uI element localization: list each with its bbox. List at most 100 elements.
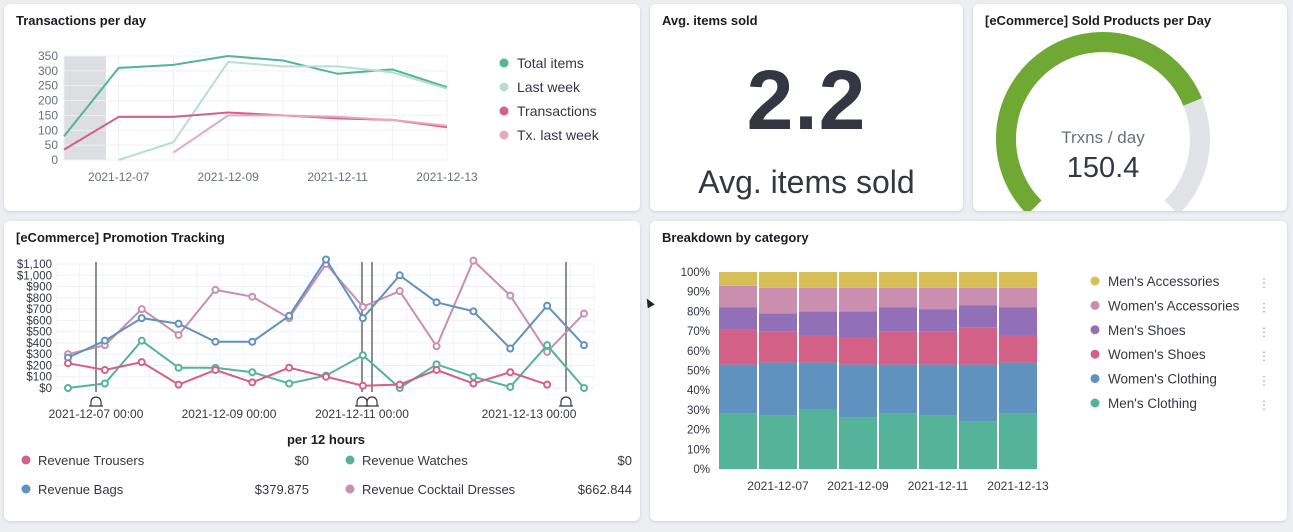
data-point[interactable] [506,344,515,353]
legend-item-menu-icon[interactable]: ⋮ [1258,325,1270,339]
data-point[interactable] [358,314,367,323]
bar-segment[interactable] [799,362,837,410]
data-point[interactable] [358,351,367,360]
data-point[interactable] [358,381,367,390]
legend-label[interactable]: Women's Clothing [1108,372,1217,387]
data-point[interactable] [506,382,515,391]
bar-segment[interactable] [959,364,997,422]
bar-segment[interactable] [799,311,837,335]
data-point[interactable] [580,309,588,318]
bar-segment[interactable] [719,285,757,308]
bar-segment[interactable] [919,415,957,469]
data-point[interactable] [432,298,441,307]
data-point[interactable] [174,363,183,372]
bar-segment[interactable] [959,421,997,469]
bar-segment[interactable] [999,362,1037,414]
legend-label[interactable]: Women's Shoes [1108,347,1206,362]
data-point[interactable] [580,341,588,350]
bar-segment[interactable] [959,305,997,328]
bar-segment[interactable] [719,307,757,330]
data-point[interactable] [469,379,478,388]
bar-segment[interactable] [839,417,877,469]
data-point[interactable] [543,380,552,389]
breakdown-chart[interactable]: 0% 10% 20% 30% 40% 50% 60% 70% 80% 90% 100% 2021-12… [650,221,1287,521]
bar-segment[interactable] [879,413,917,469]
bar-segment[interactable] [839,287,877,312]
data-point[interactable] [395,380,404,389]
data-point[interactable] [395,271,404,280]
data-point[interactable] [506,291,515,300]
data-point[interactable] [100,365,109,374]
data-point[interactable] [248,378,257,387]
legend-label[interactable]: Men's Shoes [1108,323,1186,338]
data-point[interactable] [211,365,220,374]
legend-label[interactable]: Revenue Bags [38,482,124,497]
data-point[interactable] [322,255,330,264]
bar-segment[interactable] [719,413,757,469]
bar-segment[interactable] [919,309,957,332]
bar-segment[interactable] [799,287,837,312]
data-point[interactable] [469,256,478,265]
data-point[interactable] [358,302,367,311]
bar-segment[interactable] [959,327,997,365]
bar-segment[interactable] [879,364,917,414]
bar-segment[interactable] [759,362,797,416]
data-point[interactable] [137,314,146,323]
bar-segment[interactable] [919,272,957,288]
data-point[interactable] [64,384,72,392]
bar-segment[interactable] [719,272,757,286]
data-point[interactable] [211,285,220,294]
legend-label[interactable]: Last week [517,79,581,95]
bar-segment[interactable] [959,272,997,288]
legend-label[interactable]: Tx. last week [517,127,600,143]
data-point[interactable] [248,368,257,377]
bar-segment[interactable] [759,331,797,363]
gauge-chart[interactable]: Trxns / day 150.4 [973,4,1287,211]
data-point[interactable] [285,363,294,372]
bar-segment[interactable] [719,364,757,414]
bar-segment[interactable] [919,331,957,365]
bar-segment[interactable] [799,409,837,469]
bar-segment[interactable] [919,287,957,310]
data-point[interactable] [543,347,552,356]
data-point[interactable] [174,331,183,340]
legend-label[interactable]: Women's Accessories [1108,298,1240,313]
bar-segment[interactable] [919,364,957,416]
data-point[interactable] [211,337,220,346]
data-point[interactable] [174,380,183,389]
bar-segment[interactable] [999,335,1037,363]
series-line-transactions[interactable] [63,111,448,151]
data-point[interactable] [543,301,552,310]
bar-segment[interactable] [839,272,877,288]
bar-segment[interactable] [759,313,797,332]
data-point[interactable] [469,307,478,316]
bar-segment[interactable] [799,335,837,363]
bar-segment[interactable] [879,287,917,308]
bar-segment[interactable] [759,272,797,288]
data-point[interactable] [174,319,183,328]
data-point[interactable] [285,311,294,320]
transactions-chart[interactable]: 050100150200250300350 2021-12-07 2021-12-0… [4,4,640,211]
data-point[interactable] [248,292,257,301]
legend-label[interactable]: Revenue Cocktail Dresses [362,482,516,497]
legend-item-menu-icon[interactable]: ⋮ [1258,398,1270,412]
bar-segment[interactable] [999,287,1037,308]
legend-item-menu-icon[interactable]: ⋮ [1258,374,1270,388]
data-point[interactable] [543,341,552,350]
legend-item-menu-icon[interactable]: ⋮ [1258,349,1270,363]
bar-segment[interactable] [839,337,877,365]
legend-item-menu-icon[interactable]: ⋮ [1258,276,1270,290]
bar-segment[interactable] [999,272,1037,288]
bar-segment[interactable] [839,364,877,418]
data-point[interactable] [137,358,146,367]
legend-label[interactable]: Men's Clothing [1108,396,1197,411]
legend-label[interactable]: Men's Accessories [1108,274,1220,289]
legend-item-menu-icon[interactable]: ⋮ [1258,300,1270,314]
bar-segment[interactable] [999,413,1037,469]
data-point[interactable] [580,384,588,392]
bar-segment[interactable] [719,329,757,365]
bar-segment[interactable] [879,331,917,365]
legend-label[interactable]: Revenue Trousers [38,453,145,468]
bar-segment[interactable] [879,307,917,332]
data-point[interactable] [432,365,441,374]
